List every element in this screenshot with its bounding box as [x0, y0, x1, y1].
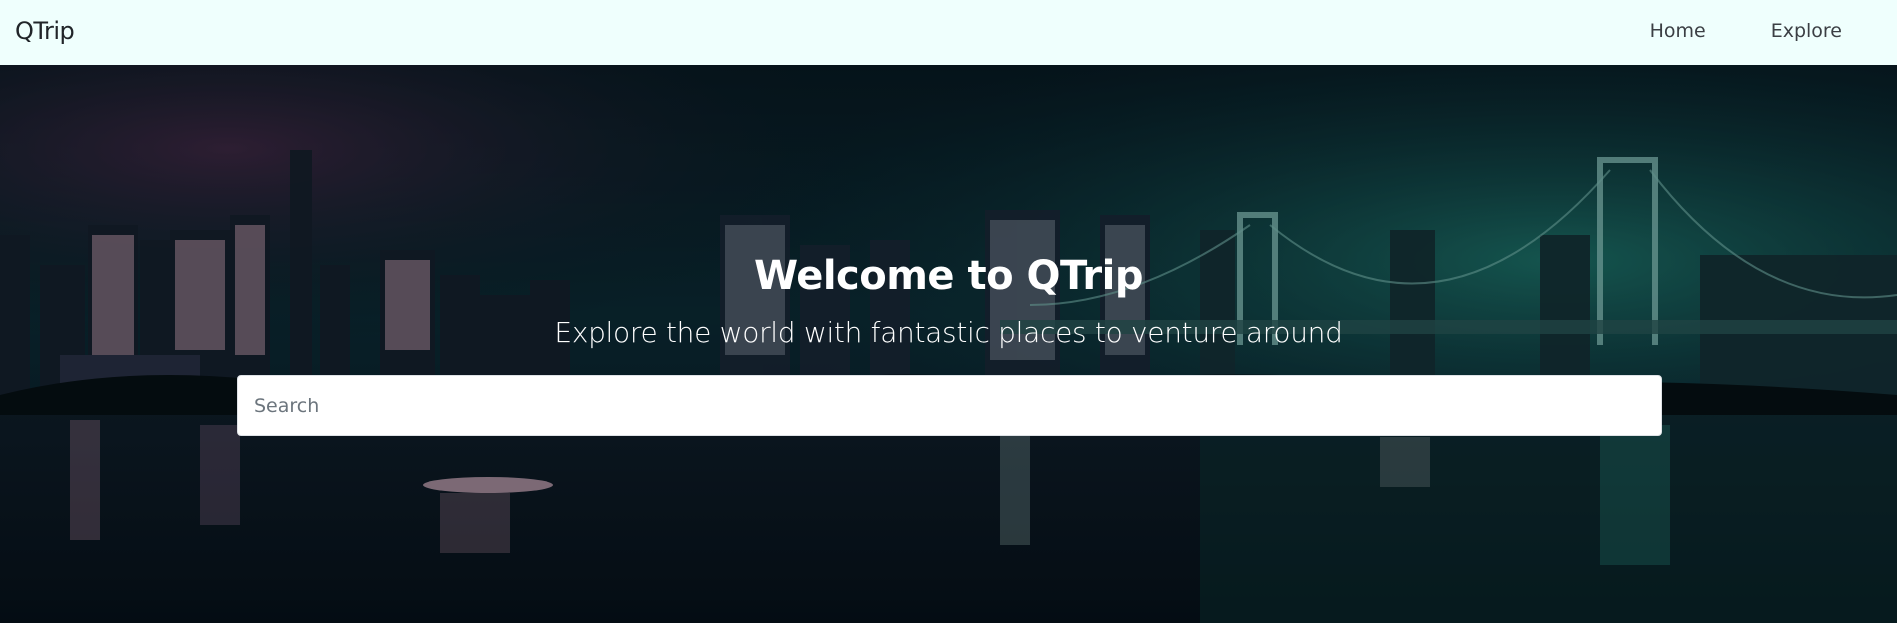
hero-banner: Welcome to QTrip Explore the world with …: [0, 65, 1897, 623]
hero-subtitle: Explore the world with fantastic places …: [554, 316, 1343, 349]
search-input[interactable]: [237, 375, 1662, 436]
hero-title: Welcome to QTrip: [754, 253, 1143, 299]
navbar: QTrip Home Explore: [0, 0, 1897, 65]
brand-logo[interactable]: QTrip: [15, 17, 75, 45]
nav-link-home[interactable]: Home: [1650, 20, 1706, 42]
nav-link-explore[interactable]: Explore: [1771, 20, 1842, 42]
nav-links: Home Explore: [1650, 20, 1842, 42]
